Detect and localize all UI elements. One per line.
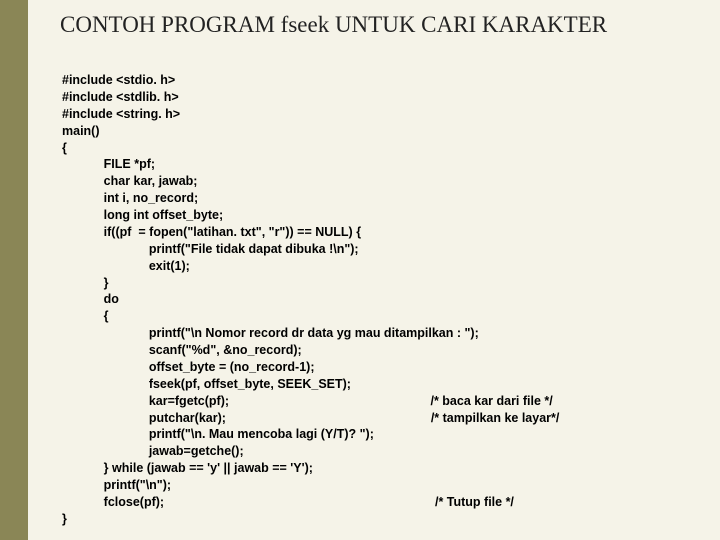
code-line: main() [62, 124, 100, 138]
code-line: fclose(pf); /* Tutup file */ [62, 495, 514, 509]
code-line: kar=fgetc(pf); /* baca kar dari file */ [62, 394, 553, 408]
code-block: #include <stdio. h> #include <stdlib. h>… [62, 72, 559, 528]
code-line: long int offset_byte; [62, 208, 223, 222]
code-line: scanf("%d", &no_record); [62, 343, 302, 357]
code-line: printf("\n. Mau mencoba lagi (Y/T)? "); [62, 427, 374, 441]
code-line: } while (jawab == 'y' || jawab == 'Y'); [62, 461, 313, 475]
code-line: putchar(kar); /* tampilkan ke layar*/ [62, 411, 559, 425]
code-line: #include <stdio. h> [62, 73, 175, 87]
code-line: jawab=getche(); [62, 444, 244, 458]
code-line: #include <string. h> [62, 107, 180, 121]
code-line: char kar, jawab; [62, 174, 197, 188]
code-line: printf("\n Nomor record dr data yg mau d… [62, 326, 479, 340]
code-line: { [62, 309, 109, 323]
slide-title: CONTOH PROGRAM fseek UNTUK CARI KARAKTER [60, 12, 607, 38]
code-line: } [62, 512, 67, 526]
code-line: int i, no_record; [62, 191, 198, 205]
code-line: printf("\n"); [62, 478, 171, 492]
code-line: FILE *pf; [62, 157, 155, 171]
code-line: offset_byte = (no_record-1); [62, 360, 314, 374]
code-line: fseek(pf, offset_byte, SEEK_SET); [62, 377, 351, 391]
accent-bar [0, 0, 28, 540]
code-line: exit(1); [62, 259, 190, 273]
code-line: printf("File tidak dapat dibuka !\n"); [62, 242, 359, 256]
code-line: do [62, 292, 119, 306]
code-line: #include <stdlib. h> [62, 90, 179, 104]
code-line: if((pf = fopen("latihan. txt", "r")) == … [62, 225, 361, 239]
code-line: } [62, 276, 109, 290]
code-line: { [62, 141, 67, 155]
